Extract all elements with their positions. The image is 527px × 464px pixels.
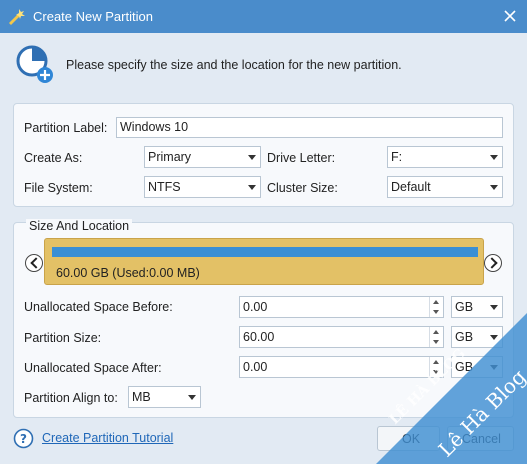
- unallocated-before-value: 0.00: [243, 300, 268, 314]
- chevron-down-icon[interactable]: [184, 387, 200, 407]
- create-partition-tutorial-link[interactable]: Create Partition Tutorial: [42, 431, 173, 445]
- partition-size-unit: GB: [455, 330, 474, 344]
- ok-button-label: OK: [402, 432, 421, 446]
- cancel-button[interactable]: Cancel: [447, 426, 514, 451]
- move-right-arrow-icon[interactable]: [484, 254, 502, 272]
- unallocated-before-unit-select[interactable]: GB: [451, 296, 503, 318]
- partition-label-input[interactable]: Windows 10: [116, 117, 503, 138]
- partition-size-spinner[interactable]: 60.00: [239, 326, 444, 348]
- chevron-down-icon[interactable]: [244, 147, 260, 167]
- partition-size-slider[interactable]: 60.00 GB (Used:0.00 MB): [44, 238, 484, 285]
- unallocated-before-spinner[interactable]: 0.00: [239, 296, 444, 318]
- cluster-size-label: Cluster Size:: [267, 181, 338, 195]
- move-left-arrow-icon[interactable]: [25, 254, 43, 272]
- chevron-down-icon[interactable]: [486, 177, 502, 197]
- spin-up-icon[interactable]: [429, 297, 443, 307]
- chevron-down-icon[interactable]: [244, 177, 260, 197]
- new-partition-icon: [16, 45, 53, 83]
- partition-align-value: MB: [132, 390, 151, 404]
- chevron-down-icon[interactable]: [486, 357, 502, 377]
- partition-size-label: Partition Size:: [24, 331, 102, 345]
- disk-size-info: 60.00 GB (Used:0.00 MB): [56, 266, 200, 280]
- partition-size-value: 60.00: [243, 330, 275, 344]
- window-title: Create New Partition: [33, 9, 153, 24]
- unallocated-after-value: 0.00: [243, 360, 268, 374]
- instruction-text: Please specify the size and the location…: [66, 58, 402, 72]
- create-as-value: Primary: [148, 150, 192, 164]
- partition-align-select[interactable]: MB: [128, 386, 201, 408]
- chevron-down-icon[interactable]: [486, 327, 502, 347]
- unallocated-after-unit: GB: [455, 360, 474, 374]
- chevron-down-icon[interactable]: [486, 147, 502, 167]
- unallocated-after-label: Unallocated Space After:: [24, 361, 162, 375]
- unallocated-after-spinner[interactable]: 0.00: [239, 356, 444, 378]
- partition-align-label: Partition Align to:: [24, 391, 118, 405]
- cancel-button-label: Cancel: [462, 432, 501, 446]
- file-system-value: NTFS: [148, 180, 181, 194]
- unallocated-before-unit: GB: [455, 300, 474, 314]
- partition-label-label: Partition Label:: [24, 121, 108, 135]
- unallocated-after-unit-select[interactable]: GB: [451, 356, 503, 378]
- partition-size-unit-select[interactable]: GB: [451, 326, 503, 348]
- title-bar: Create New Partition: [0, 0, 527, 33]
- file-system-select[interactable]: NTFS: [144, 176, 261, 198]
- cluster-size-select[interactable]: Default: [387, 176, 503, 198]
- ok-button[interactable]: OK: [377, 426, 440, 451]
- drive-letter-select[interactable]: F:: [387, 146, 503, 168]
- file-system-label: File System:: [24, 181, 93, 195]
- create-as-select[interactable]: Primary: [144, 146, 261, 168]
- svg-text:?: ?: [20, 432, 27, 446]
- partition-usage-bar: [52, 247, 478, 257]
- partition-wizard-app-icon: [9, 9, 25, 25]
- spin-down-icon[interactable]: [429, 367, 443, 377]
- create-as-label: Create As:: [24, 151, 83, 165]
- spin-down-icon[interactable]: [429, 337, 443, 347]
- spin-up-icon[interactable]: [429, 327, 443, 337]
- spin-down-icon[interactable]: [429, 307, 443, 317]
- close-icon[interactable]: [498, 4, 522, 28]
- cluster-size-value: Default: [391, 180, 431, 194]
- help-icon[interactable]: ?: [13, 428, 34, 449]
- spin-up-icon[interactable]: [429, 357, 443, 367]
- chevron-down-icon[interactable]: [486, 297, 502, 317]
- drive-letter-label: Drive Letter:: [267, 151, 336, 165]
- drive-letter-value: F:: [391, 150, 403, 164]
- unallocated-before-label: Unallocated Space Before:: [24, 300, 173, 314]
- size-and-location-title: Size And Location: [26, 219, 133, 233]
